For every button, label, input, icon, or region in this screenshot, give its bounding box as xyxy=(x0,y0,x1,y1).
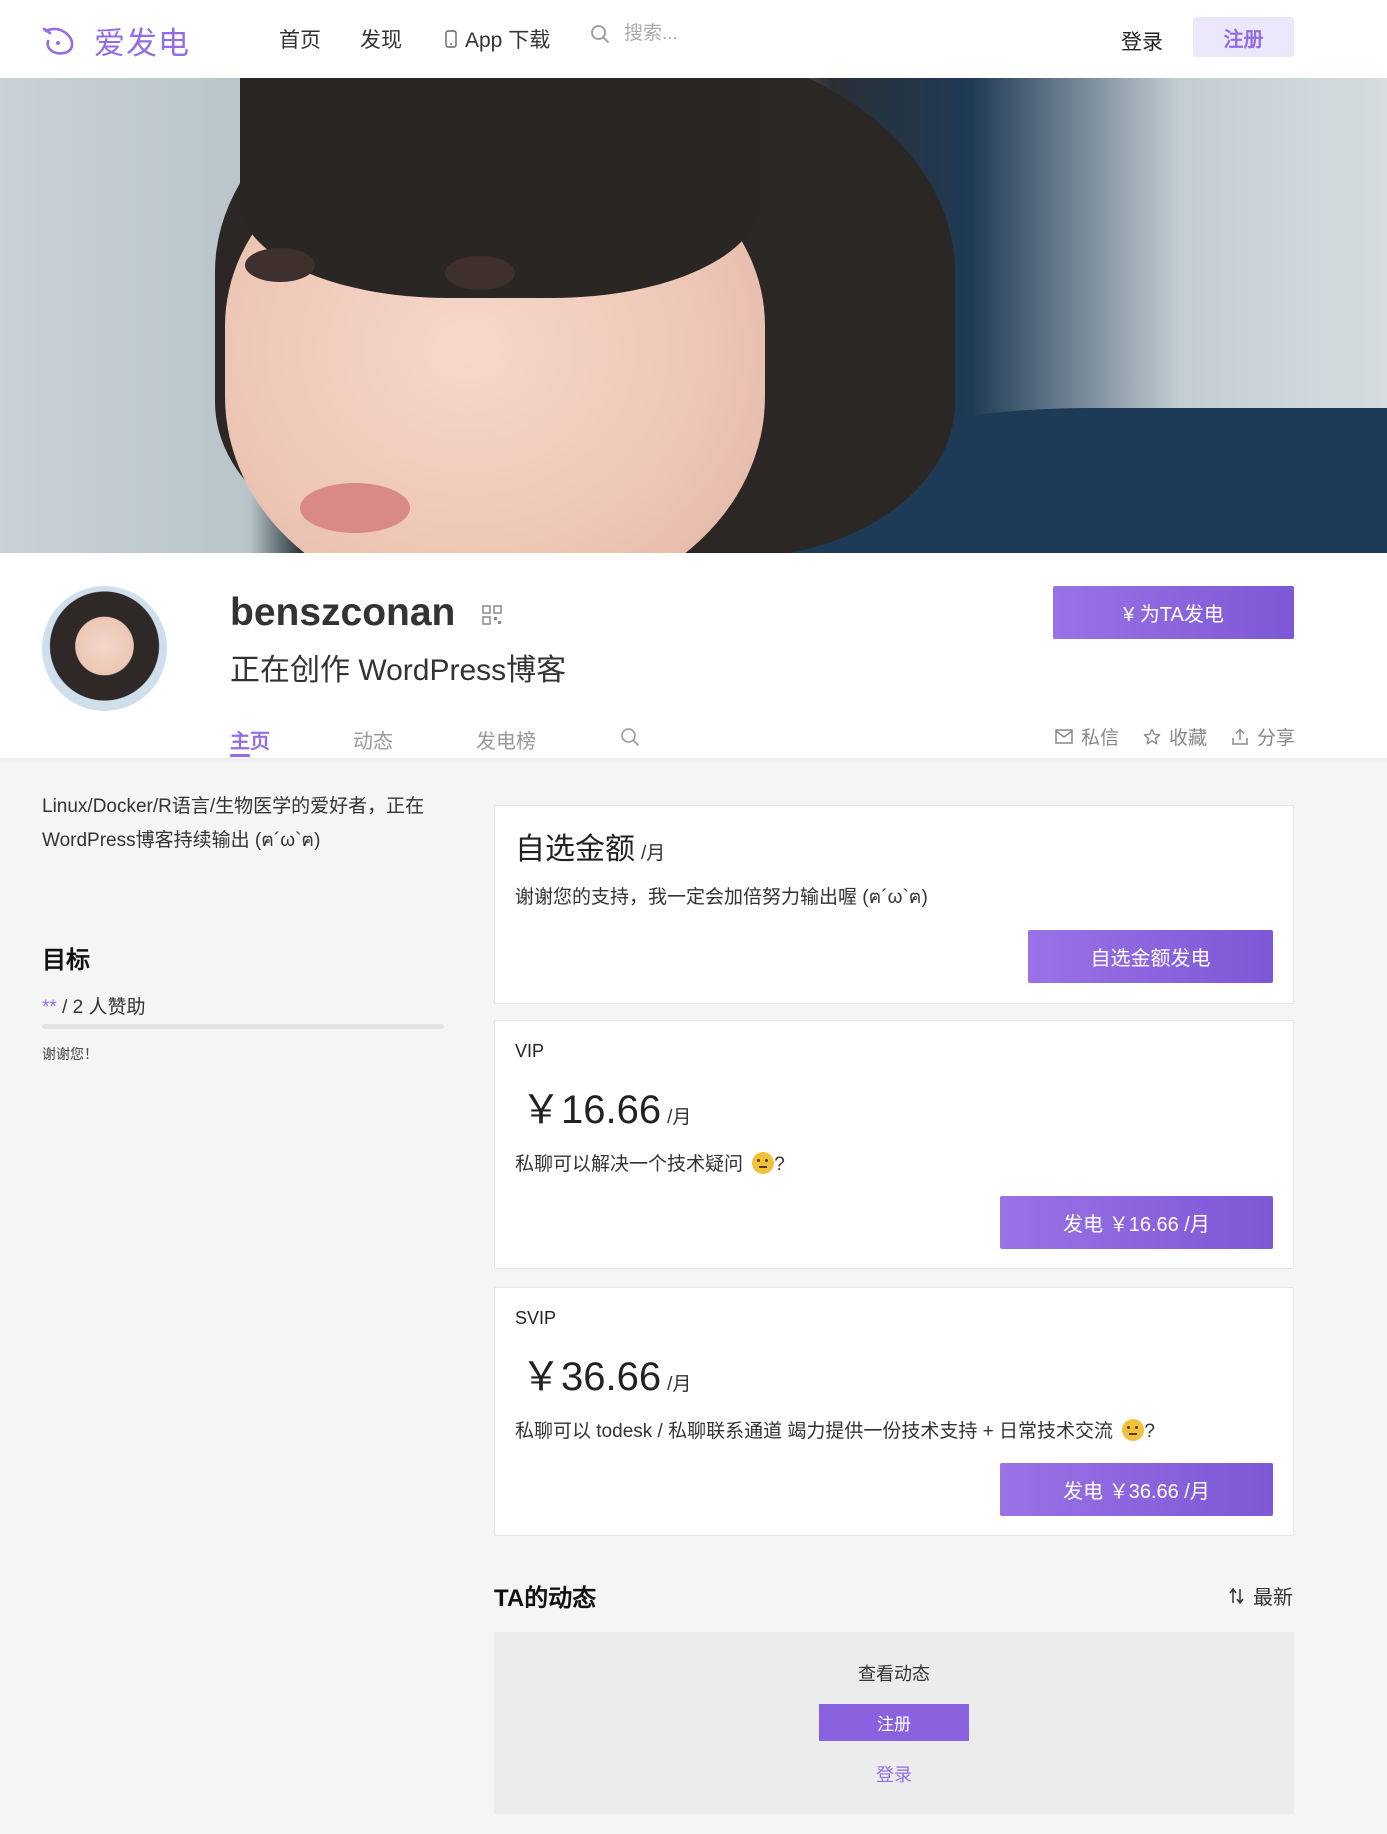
thinking-emoji-icon xyxy=(752,1152,775,1174)
phone-icon xyxy=(445,30,457,48)
plan-price-row: ￥36.66/月 xyxy=(521,1344,691,1402)
share-icon xyxy=(1232,727,1248,745)
custom-amount-title: 自选金额 xyxy=(515,833,635,866)
tab-home[interactable]: 主页 xyxy=(230,725,270,754)
message-label: 私信 xyxy=(1081,728,1120,749)
profile-banner-image xyxy=(0,78,1387,553)
plan-desc: 私聊可以解决一个技术疑问 xyxy=(515,1154,744,1175)
feed-sort-label: 最新 xyxy=(1253,1587,1293,1609)
goal-target: / 2 人赞助 xyxy=(56,997,146,1018)
search-input[interactable] xyxy=(622,22,782,46)
mail-icon xyxy=(1055,729,1073,744)
custom-amount-unit: /月 xyxy=(641,843,666,864)
profile-search-icon[interactable] xyxy=(620,727,640,747)
feed-heading: TA的动态 xyxy=(494,1585,597,1612)
search-box[interactable] xyxy=(590,22,782,46)
goal-progress-bar xyxy=(42,1024,444,1029)
share-button[interactable]: 分享 xyxy=(1231,723,1295,750)
brand-logo[interactable]: 爱发电 xyxy=(42,18,190,63)
plan-name: VIP xyxy=(515,1041,545,1061)
qr-code-icon[interactable] xyxy=(482,605,502,625)
plan-unit: /月 xyxy=(667,1107,692,1128)
search-icon xyxy=(591,25,609,43)
plan-sponsor-button[interactable]: 发电 ￥16.66 /月 xyxy=(1000,1196,1273,1249)
creator-subtitle: 正在创作 WordPress博客 xyxy=(230,654,567,687)
feed-view-text: 查看动态 xyxy=(858,1664,930,1684)
plan-desc-row: 私聊可以解决一个技术疑问 ? xyxy=(515,1149,785,1176)
profile-header: benszconan 正在创作 WordPress博客 ¥ 为TA发电 主页 动… xyxy=(0,553,1387,758)
thinking-emoji-icon xyxy=(1122,1419,1145,1441)
custom-amount-desc: 谢谢您的支持，我一定会加倍努力输出喔 (ฅ´ω`ฅ) xyxy=(515,887,928,908)
goal-current-count: ** xyxy=(42,997,57,1018)
plan-desc-row: 私聊可以 todesk / 私聊联系通道 竭力提供一份技术支持 + 日常技术交流… xyxy=(515,1416,1155,1443)
tab-sponsor-rank[interactable]: 发电榜 xyxy=(476,725,536,754)
login-link[interactable]: 登录 xyxy=(1121,26,1163,56)
goal-note: 谢谢您！ xyxy=(42,1046,98,1062)
sponsor-button[interactable]: ¥ 为TA发电 xyxy=(1053,586,1294,639)
brand-name: 爱发电 xyxy=(94,26,190,61)
goal-progress-text: ** / 2 人赞助 xyxy=(42,992,145,1019)
nav-app-download-label: App 下载 xyxy=(465,29,551,52)
nav-home[interactable]: 首页 xyxy=(279,24,321,54)
register-button[interactable]: 注册 xyxy=(1193,17,1294,57)
nav-discover[interactable]: 发现 xyxy=(360,24,402,54)
plan-card-vip: VIP ￥16.66/月 私聊可以解决一个技术疑问 ? 发电 ￥16.66 /月 xyxy=(494,1020,1294,1269)
share-label: 分享 xyxy=(1257,728,1296,749)
plan-desc-tail: ? xyxy=(774,1154,785,1175)
top-header: 爱发电 首页 发现 App 下载 登录 注册 xyxy=(0,0,1387,78)
tab-posts[interactable]: 动态 xyxy=(353,725,393,754)
goal-heading: 目标 xyxy=(42,947,90,974)
star-icon xyxy=(1143,728,1161,744)
feed-sort-toggle[interactable]: 最新 xyxy=(1229,1581,1293,1610)
banner-eye-right xyxy=(445,256,515,290)
custom-amount-card: 自选金额/月 谢谢您的支持，我一定会加倍努力输出喔 (ฅ´ω`ฅ) 自选金额发电 xyxy=(494,805,1294,1004)
message-button[interactable]: 私信 xyxy=(1055,723,1119,750)
plan-sponsor-button[interactable]: 发电 ￥36.66 /月 xyxy=(1000,1463,1273,1516)
plan-price-row: ￥16.66/月 xyxy=(521,1077,691,1135)
username: benszconan xyxy=(230,591,456,634)
plan-price: ￥16.66 xyxy=(521,1088,662,1132)
banner-eye-left xyxy=(245,248,315,282)
custom-amount-title-row: 自选金额/月 xyxy=(515,824,665,868)
sort-icon xyxy=(1229,1587,1244,1604)
favorite-label: 收藏 xyxy=(1169,728,1208,749)
tab-active-indicator xyxy=(230,754,250,757)
favorite-button[interactable]: 收藏 xyxy=(1143,723,1207,750)
plan-card-svip: SVIP ￥36.66/月 私聊可以 todesk / 私聊联系通道 竭力提供一… xyxy=(494,1287,1294,1536)
plan-desc: 私聊可以 todesk / 私聊联系通道 竭力提供一份技术支持 + 日常技术交流 xyxy=(515,1421,1114,1442)
logo-icon xyxy=(42,27,74,55)
plan-desc-tail: ? xyxy=(1144,1421,1155,1442)
plan-name: SVIP xyxy=(515,1308,557,1328)
banner-lips-shape xyxy=(300,483,410,533)
feed-login-prompt: 查看动态 注册 登录 xyxy=(494,1632,1294,1814)
custom-amount-button[interactable]: 自选金额发电 xyxy=(1028,930,1273,983)
feed-register-button[interactable]: 注册 xyxy=(819,1704,969,1741)
nav-app-download[interactable]: App 下载 xyxy=(445,24,550,54)
creator-bio: Linux/Docker/R语言/生物医学的爱好者，正在WordPress博客持… xyxy=(42,796,425,851)
feed-login-link[interactable]: 登录 xyxy=(494,1761,1294,1787)
plan-price: ￥36.66 xyxy=(521,1355,662,1399)
plan-unit: /月 xyxy=(667,1374,692,1395)
avatar[interactable] xyxy=(42,586,167,711)
